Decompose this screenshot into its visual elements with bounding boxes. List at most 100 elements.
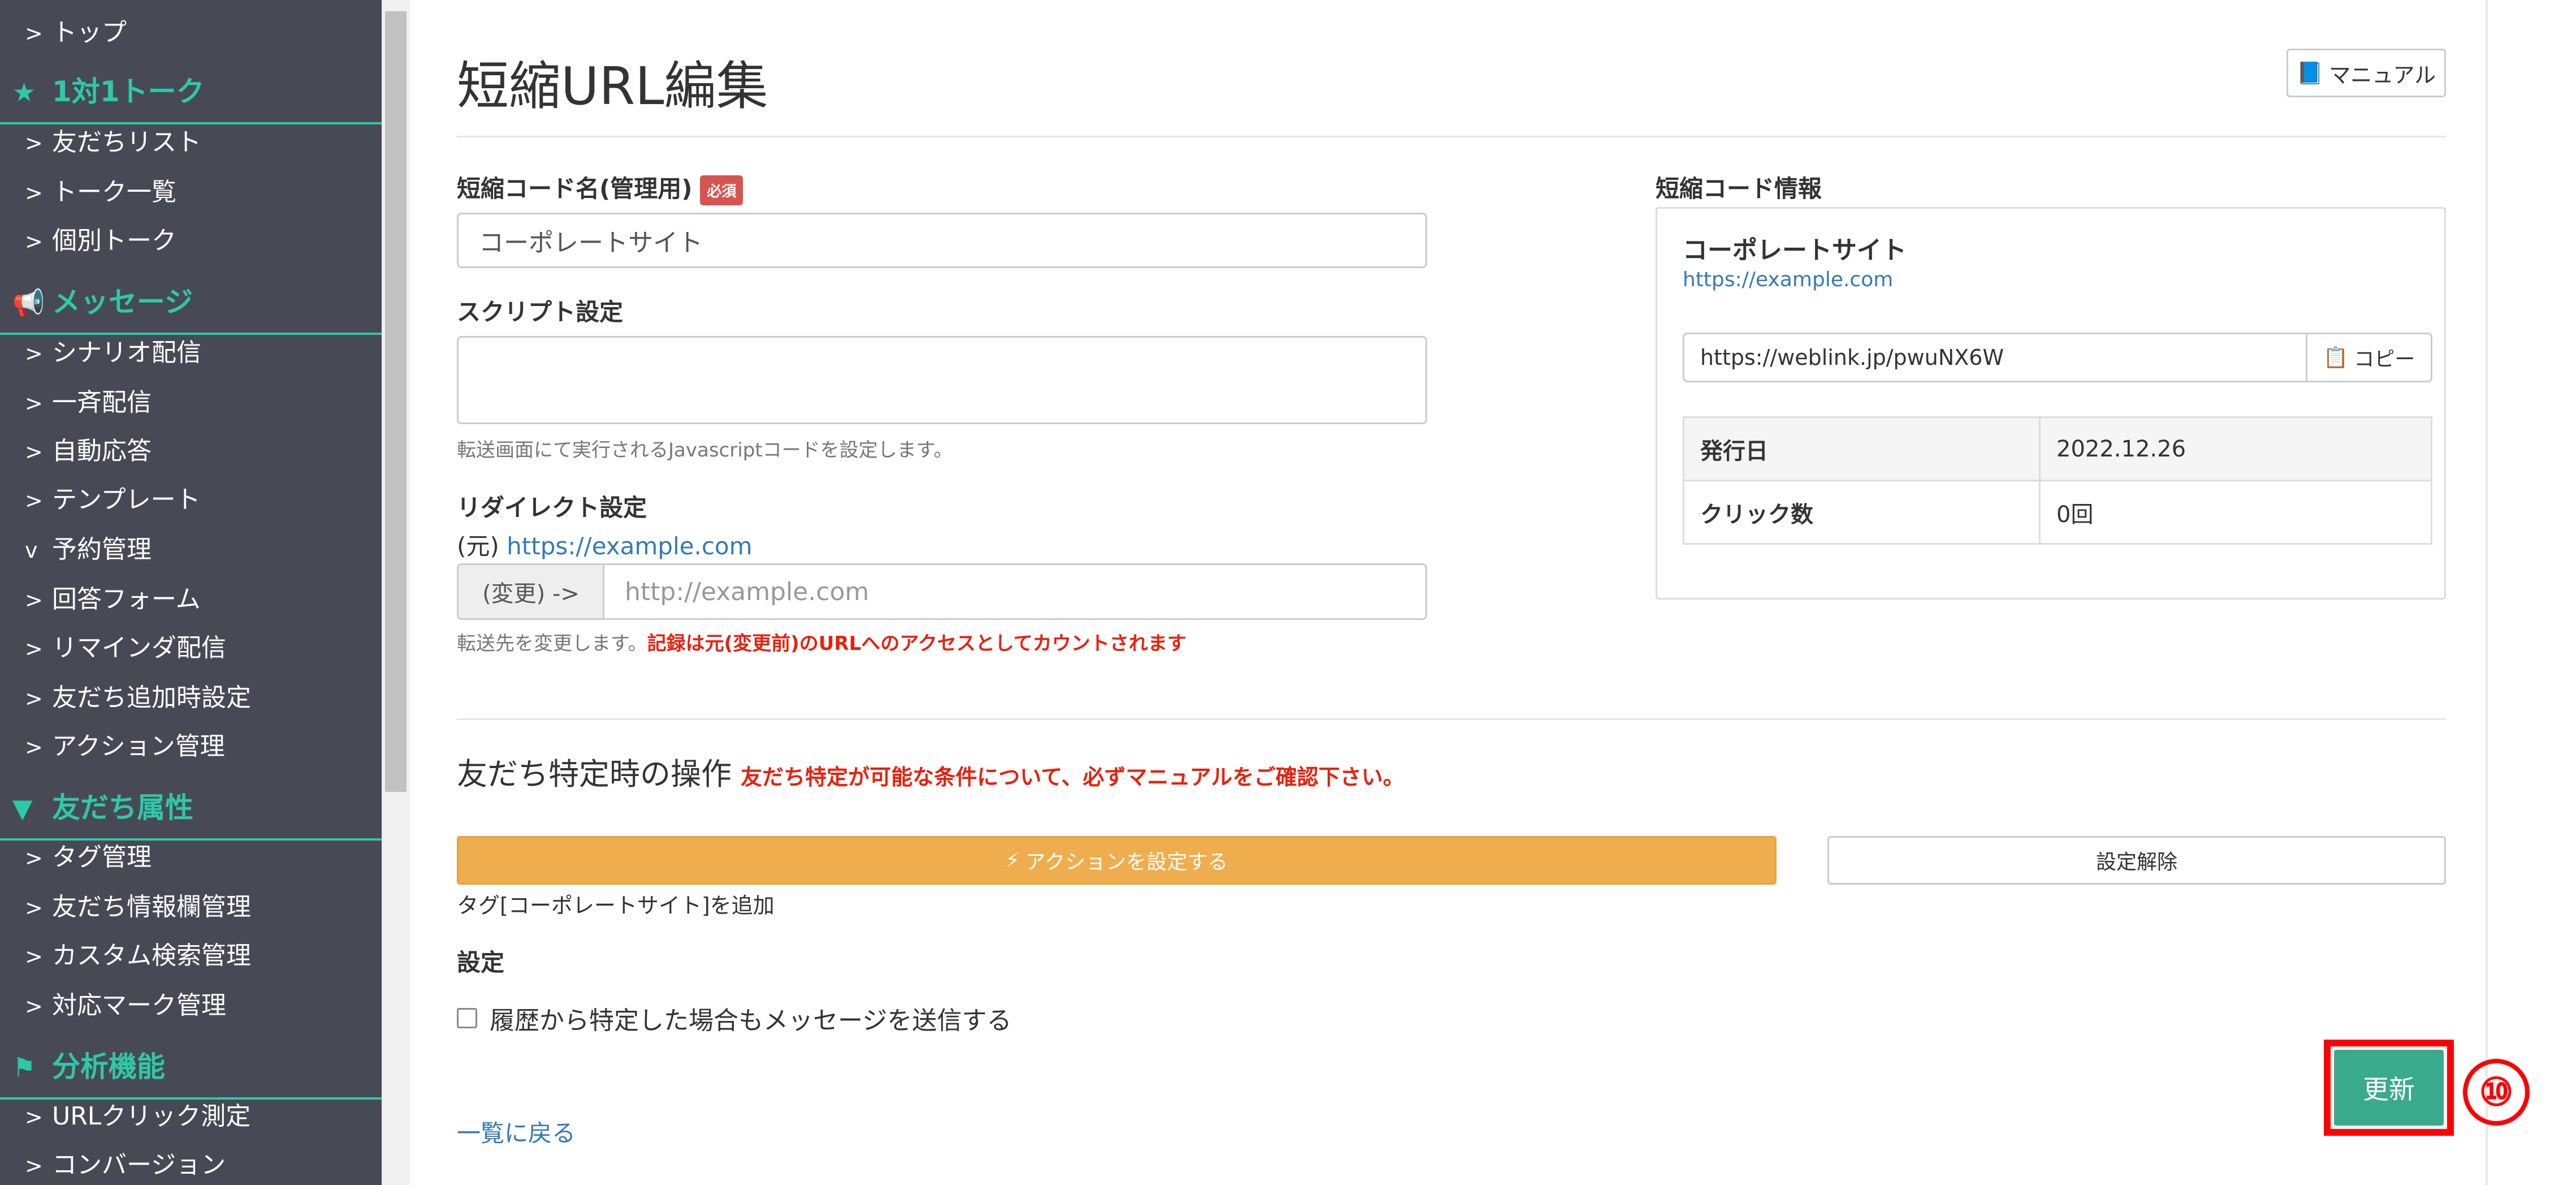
redirect-help-normal: 転送先を変更します。 — [457, 632, 647, 655]
chevron-right-icon: > — [25, 229, 43, 254]
sidebar-item-label: アクション管理 — [52, 732, 225, 761]
sidebar-item-individual-talk[interactable]: > 個別トーク — [0, 229, 382, 253]
section-divider — [457, 718, 2446, 720]
sidebar-section-label: 友だち属性 — [52, 791, 193, 824]
sidebar-section-talk: ★ 1対1トーク — [0, 69, 382, 124]
issue-date-label: 発行日 — [1683, 416, 2041, 481]
clear-settings-button[interactable]: 設定解除 — [1827, 836, 2446, 885]
original-url-link[interactable]: https://example.com — [507, 532, 752, 560]
sidebar-item-auto-reply[interactable]: > 自動応答 — [0, 439, 382, 464]
sidebar-item-talk-list[interactable]: > トーク一覧 — [0, 180, 382, 205]
resend-option-row[interactable]: 履歴から特定した場合もメッセージを送信する — [457, 1000, 1012, 1036]
sidebar-item-scenario[interactable]: > シナリオ配信 — [0, 341, 382, 365]
sidebar-item-label: 個別トーク — [52, 226, 176, 255]
sidebar-item-answer-form[interactable]: > 回答フォーム — [0, 587, 382, 612]
sidebar-item-label: 友だちリスト — [52, 128, 201, 157]
book-icon: 📘 — [2296, 60, 2324, 85]
chevron-right-icon: > — [25, 686, 43, 711]
sidebar-section-label: メッセージ — [52, 286, 193, 318]
sidebar-item-template[interactable]: > テンプレート — [0, 488, 382, 512]
sidebar-scrollbar[interactable] — [382, 0, 410, 1185]
star-icon: ★ — [12, 77, 36, 107]
click-count-label: クリック数 — [1683, 480, 2041, 545]
original-prefix: (元) — [457, 532, 499, 560]
click-count-value: 0回 — [2039, 480, 2432, 545]
copy-button[interactable]: 📋 コピー — [2306, 333, 2432, 382]
short-code-name-label: 短縮コード名(管理用) 必須 — [457, 170, 744, 205]
chevron-right-icon: > — [25, 341, 43, 366]
set-action-label: アクションを設定する — [1025, 851, 1228, 874]
chevron-right-icon: > — [25, 895, 43, 920]
short-code-name-input[interactable]: コーポレートサイト — [457, 213, 1427, 268]
header-divider — [457, 136, 2446, 137]
sidebar-section-friend-attributes: ▼ 友だち属性 — [0, 785, 382, 841]
sidebar-item-label: 対応マーク管理 — [52, 991, 226, 1020]
sidebar-item-label: リマインダ配信 — [52, 634, 226, 662]
info-original-url[interactable]: https://example.com — [1683, 268, 1893, 291]
sidebar-item-response-mark[interactable]: > 対応マーク管理 — [0, 993, 382, 1018]
chevron-right-icon: > — [25, 846, 43, 871]
megaphone-icon: 📢 — [12, 287, 45, 318]
resend-checkbox-label: 履歴から特定した場合もメッセージを送信する — [490, 1006, 1012, 1035]
chevron-right-icon: > — [25, 21, 43, 46]
sidebar-item-label: URLクリック測定 — [52, 1102, 251, 1131]
set-action-button[interactable]: ⚡ アクションを設定する — [457, 836, 1777, 885]
sidebar-section-message: 📢 メッセージ — [0, 279, 382, 335]
sidebar-section-label: 1対1トーク — [52, 75, 205, 108]
sidebar-item-tag-management[interactable]: > タグ管理 — [0, 845, 382, 870]
friend-action-title: 友だち特定時の操作 友だち特定が可能な条件について、必ずマニュアルをご確認下さい。 — [457, 749, 1404, 794]
sidebar-item-label: 予約管理 — [52, 535, 152, 564]
sidebar-item-conversion[interactable]: > コンバージョン — [0, 1153, 382, 1178]
script-help-text: 転送画面にて実行されるJavascriptコードを設定します。 — [457, 439, 953, 462]
sidebar-item-friend-info-fields[interactable]: > 友だち情報欄管理 — [0, 895, 382, 920]
manual-button[interactable]: 📘 マニュアル — [2287, 49, 2446, 97]
short-url-field[interactable]: https://weblink.jp/pwuNX6W — [1683, 333, 2308, 382]
sidebar-item-reminder[interactable]: > リマインダ配信 — [0, 636, 382, 661]
step-number-marker: ⑩ — [2463, 1059, 2530, 1126]
original-url-row: (元) https://example.com — [457, 527, 753, 562]
sidebar-section-analytics: ⚑ 分析機能 — [0, 1044, 382, 1100]
chevron-right-icon: > — [25, 180, 43, 205]
redirect-help-warning: 記録は元(変更前)のURLへのアクセスとしてカウントされます — [647, 632, 1187, 655]
chevron-right-icon: > — [25, 944, 43, 969]
sidebar: > トップ ★ 1対1トーク > 友だちリスト > トーク一覧 > 個別トーク 📢 メッセー… — [0, 0, 382, 1185]
chevron-right-icon: > — [25, 439, 43, 464]
back-to-list-link[interactable]: 一覧に戻る — [457, 1114, 576, 1149]
change-addon: (変更) -> — [457, 563, 605, 620]
sidebar-item-url-click[interactable]: > URLクリック測定 — [0, 1104, 382, 1129]
table-row: 発行日 2022.12.26 — [1683, 416, 2432, 481]
manual-button-label: マニュアル — [2329, 62, 2436, 88]
sidebar-item-label: カスタム検索管理 — [52, 941, 251, 970]
content-edge — [2486, 0, 2488, 1185]
bolt-icon: ⚡ — [1005, 848, 1020, 872]
sidebar-item-friend-list[interactable]: > 友だちリスト — [0, 130, 382, 155]
sidebar-item-custom-search[interactable]: > カスタム検索管理 — [0, 943, 382, 968]
chevron-right-icon: > — [25, 588, 43, 613]
sidebar-item-label: テンプレート — [52, 485, 201, 514]
chevron-right-icon: > — [25, 488, 43, 513]
info-code-name: コーポレートサイト — [1683, 236, 1907, 265]
redirect-help-text: 転送先を変更します。記録は元(変更前)のURLへのアクセスとしてカウントされます — [457, 628, 1186, 656]
sidebar-item-reservation[interactable]: v 予約管理 — [0, 537, 382, 562]
update-button[interactable]: 更新 — [2334, 1050, 2444, 1126]
script-textarea[interactable] — [457, 336, 1427, 424]
short-code-info-table: 発行日 2022.12.26 クリック数 0回 — [1683, 416, 2432, 545]
sidebar-item-label: 友だち情報欄管理 — [52, 893, 251, 921]
clipboard-icon: 📋 — [2323, 346, 2349, 369]
sidebar-item-label: 友だち追加時設定 — [52, 683, 251, 712]
sidebar-item-label: 自動応答 — [52, 437, 152, 466]
scrollbar-thumb[interactable] — [385, 11, 407, 792]
sidebar-item-action-management[interactable]: > アクション管理 — [0, 734, 382, 759]
sidebar-item-friend-add-settings[interactable]: > 友だち追加時設定 — [0, 686, 382, 710]
copy-button-label: コピー — [2354, 348, 2415, 371]
redirect-url-input[interactable]: http://example.com — [603, 563, 1427, 620]
resend-checkbox[interactable] — [457, 1008, 477, 1028]
chevron-right-icon: > — [25, 735, 43, 760]
redirect-settings-label: リダイレクト設定 — [457, 494, 647, 522]
chevron-down-icon: v — [25, 538, 38, 563]
sidebar-item-top[interactable]: > トップ — [0, 20, 382, 45]
sidebar-item-label: トップ — [52, 18, 127, 47]
sidebar-item-label: コンバージョン — [52, 1150, 226, 1179]
friend-action-warning: 友だち特定が可能な条件について、必ずマニュアルをご確認下さい。 — [741, 765, 1404, 790]
sidebar-item-broadcast[interactable]: > 一斉配信 — [0, 390, 382, 415]
